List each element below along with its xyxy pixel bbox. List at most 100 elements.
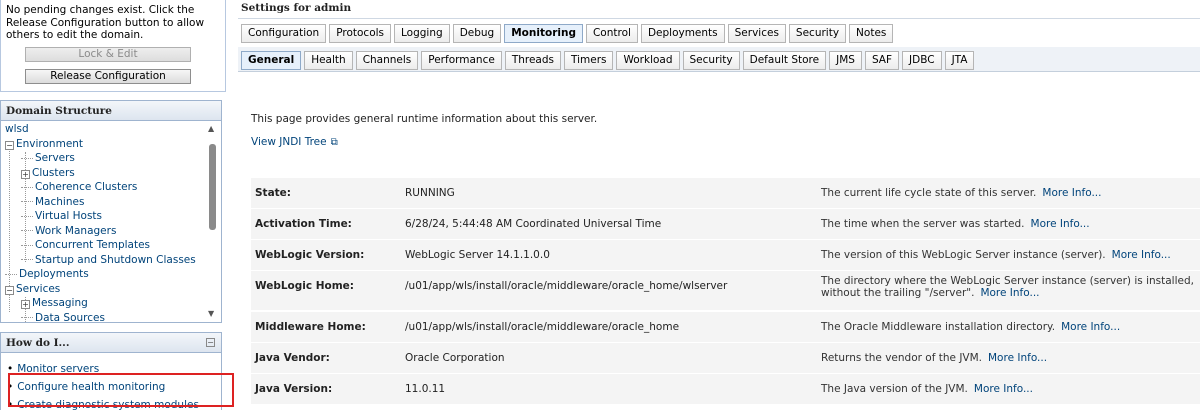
- tree-item[interactable]: Work Managers: [21, 224, 116, 238]
- how-do-i-title: How do I...: [1, 333, 221, 353]
- main-tabs: Configuration Protocols Logging Debug Monito…: [241, 24, 896, 45]
- row-description-text: The current life cycle state of this ser…: [821, 187, 1037, 199]
- tree-item[interactable]: wlsd: [5, 122, 29, 136]
- more-info-link[interactable]: More Info...: [988, 352, 1047, 364]
- row-value: Oracle Corporation: [405, 352, 505, 364]
- tree-item-label[interactable]: Work Managers: [35, 225, 116, 237]
- scroll-up-icon[interactable]: ▲: [208, 124, 214, 133]
- row-description: The version of this WebLogic Server inst…: [821, 249, 1196, 261]
- tree-item[interactable]: + Messaging: [21, 296, 88, 310]
- expand-icon[interactable]: +: [21, 300, 30, 309]
- tree-item-label[interactable]: Data Sources: [35, 312, 105, 323]
- scroll-thumb[interactable]: [209, 144, 216, 230]
- tree-item-label[interactable]: Virtual Hosts: [35, 210, 102, 222]
- release-configuration-button[interactable]: Release Configuration: [25, 69, 191, 84]
- more-info-link[interactable]: More Info...: [974, 383, 1033, 395]
- subtab-saf[interactable]: SAF: [864, 51, 900, 70]
- more-info-link[interactable]: More Info...: [1061, 321, 1120, 333]
- table-row: WebLogic Home: /u01/app/wls/install/oracl…: [251, 270, 1200, 310]
- tab-control[interactable]: Control: [585, 24, 638, 43]
- tree-item[interactable]: Virtual Hosts: [21, 209, 102, 223]
- tab-notes[interactable]: Notes: [849, 24, 894, 43]
- tree-item-label[interactable]: Services: [16, 283, 60, 295]
- subtab-threads[interactable]: Threads: [504, 51, 561, 70]
- tree-item[interactable]: − Services: [5, 282, 60, 296]
- tab-security[interactable]: Security: [788, 24, 847, 43]
- tab-protocols[interactable]: Protocols: [329, 24, 392, 43]
- row-description: The time when the server was started. Mor…: [821, 218, 1196, 230]
- tree-item[interactable]: Coherence Clusters: [21, 180, 137, 194]
- tree-item[interactable]: Deployments: [5, 267, 89, 281]
- row-label: Middleware Home:: [255, 321, 366, 333]
- row-value: /u01/app/wls/install/oracle/middleware/o…: [405, 280, 728, 292]
- tree-item[interactable]: Concurrent Templates: [21, 238, 150, 252]
- tab-monitoring[interactable]: Monitoring: [504, 24, 583, 43]
- tree-item[interactable]: − Environment: [5, 137, 83, 151]
- subtab-default-store[interactable]: Default Store: [742, 51, 827, 70]
- row-value: 11.0.11: [405, 383, 446, 395]
- tree-item-label[interactable]: Clusters: [32, 167, 75, 179]
- expand-icon[interactable]: +: [21, 169, 30, 179]
- tree-item[interactable]: Machines: [21, 195, 84, 209]
- domain-structure-title: Domain Structure: [1, 101, 221, 121]
- row-description-text: The Java version of the JVM.: [821, 383, 968, 395]
- domain-structure-panel: Domain Structure wlsd − Environment Servers…: [0, 100, 222, 323]
- domain-tree: wlsd − Environment Servers + Clusters Coherenc…: [1, 122, 207, 322]
- tree-item-label[interactable]: Messaging: [32, 297, 88, 309]
- tree-item-label[interactable]: Machines: [35, 196, 84, 208]
- intro-text: This page provides general runtime infor…: [251, 113, 598, 125]
- table-row: Middleware Home: /u01/app/wls/install/ora…: [251, 311, 1200, 342]
- subtab-workload[interactable]: Workload: [616, 51, 680, 70]
- subtab-security[interactable]: Security: [682, 51, 740, 70]
- tree-item-label[interactable]: Deployments: [19, 268, 89, 280]
- subtab-general[interactable]: General: [241, 51, 302, 70]
- table-row: Java Vendor: Oracle Corporation Returns th…: [251, 342, 1200, 373]
- tree-item[interactable]: Startup and Shutdown Classes: [21, 253, 196, 267]
- row-description: The Java version of the JVM. More Info...: [821, 383, 1196, 395]
- subtab-channels[interactable]: Channels: [355, 51, 419, 70]
- more-info-link[interactable]: More Info...: [1031, 218, 1090, 230]
- row-label: Activation Time:: [255, 218, 352, 230]
- tree-item[interactable]: + Clusters: [21, 166, 75, 180]
- tree-item-label[interactable]: Coherence Clusters: [35, 181, 137, 193]
- tree-item[interactable]: Servers: [21, 151, 75, 165]
- row-label: State:: [255, 187, 292, 199]
- jndi-link-label[interactable]: View JNDI Tree: [251, 136, 327, 148]
- sub-tabs: General Health Channels Performance Threads T…: [241, 51, 977, 72]
- tree-item-label[interactable]: wlsd: [5, 123, 29, 135]
- table-row: WebLogic Version: WebLogic Server 14.1.1.…: [251, 239, 1200, 270]
- subtab-performance[interactable]: Performance: [421, 51, 502, 70]
- tree-item[interactable]: Data Sources: [21, 311, 105, 323]
- subtab-jms[interactable]: JMS: [829, 51, 862, 70]
- collapse-icon[interactable]: −: [206, 338, 215, 347]
- tab-debug[interactable]: Debug: [452, 24, 502, 43]
- tree-item-label[interactable]: Servers: [35, 152, 75, 164]
- subtab-jta[interactable]: JTA: [944, 51, 975, 70]
- lock-edit-button[interactable]: Lock & Edit: [25, 47, 191, 62]
- table-row: Java Version: 11.0.11 The Java version of …: [251, 373, 1200, 404]
- tab-services[interactable]: Services: [727, 24, 786, 43]
- jndi-link[interactable]: View JNDI Tree ⧉: [251, 136, 338, 148]
- more-info-link[interactable]: More Info...: [1042, 187, 1101, 199]
- java-version-highlight: [8, 373, 234, 407]
- tree-scrollbar[interactable]: ▲ ▼: [207, 124, 218, 322]
- collapse-icon[interactable]: −: [5, 285, 14, 295]
- subtab-health[interactable]: Health: [304, 51, 353, 70]
- row-description-text: The version of this WebLogic Server inst…: [821, 249, 1106, 261]
- more-info-link[interactable]: More Info...: [1112, 249, 1171, 261]
- collapse-icon[interactable]: −: [5, 140, 14, 150]
- external-link-icon[interactable]: ⧉: [331, 137, 338, 148]
- tab-logging[interactable]: Logging: [394, 24, 450, 43]
- tree-item-label[interactable]: Concurrent Templates: [35, 239, 150, 251]
- tab-deployments[interactable]: Deployments: [640, 24, 725, 43]
- row-description: The Oracle Middleware installation direc…: [821, 321, 1196, 333]
- tree-item-label[interactable]: Environment: [16, 138, 83, 150]
- subtab-timers[interactable]: Timers: [564, 51, 614, 70]
- subtab-jdbc[interactable]: JDBC: [902, 51, 942, 70]
- tree-item-label[interactable]: Startup and Shutdown Classes: [35, 254, 196, 266]
- row-description-text: Returns the vendor of the JVM.: [821, 352, 982, 364]
- scroll-down-icon[interactable]: ▼: [208, 309, 214, 318]
- page-title: Settings for admin: [241, 2, 352, 14]
- tab-configuration[interactable]: Configuration: [241, 24, 327, 43]
- more-info-link[interactable]: More Info...: [980, 287, 1039, 299]
